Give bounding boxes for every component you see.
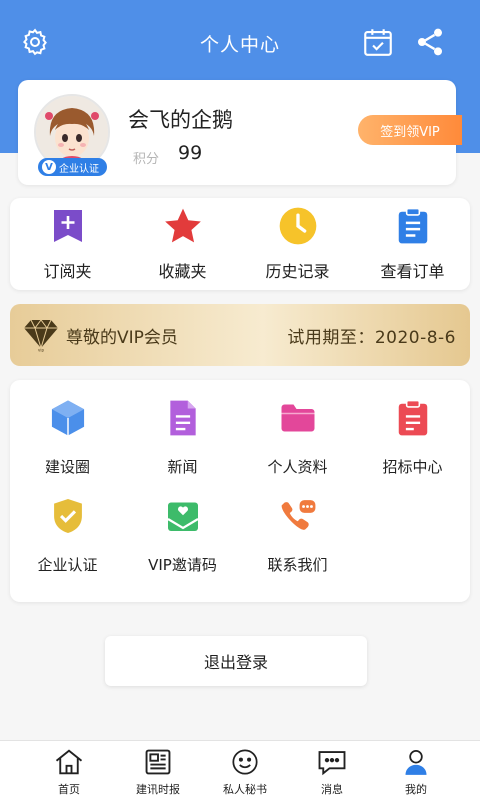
diamond-logo-text: vip bbox=[38, 348, 44, 353]
quick-action-label: 历史记录 bbox=[265, 262, 330, 281]
quick-action-orders[interactable]: 查看订单 bbox=[355, 198, 470, 290]
service-item-contact[interactable]: 联系我们 bbox=[240, 478, 355, 578]
points-label: 积分 bbox=[133, 152, 160, 167]
mail-heart-icon bbox=[166, 502, 199, 531]
shield-check-icon bbox=[53, 499, 82, 533]
signin-vip-button[interactable]: 签到领VIP bbox=[358, 115, 462, 145]
star-icon bbox=[164, 208, 201, 243]
logout-button[interactable]: 退出登录 bbox=[105, 636, 367, 686]
tab-label: 建讯时报 bbox=[136, 783, 180, 796]
clock-icon bbox=[279, 207, 316, 245]
badge-label: 企业认证 bbox=[59, 163, 99, 175]
quick-action-favorites[interactable]: 收藏夹 bbox=[125, 198, 240, 290]
newspaper-icon bbox=[145, 749, 171, 775]
quick-actions-card: 订阅夹 收藏夹 历史记录 查看订单 bbox=[10, 198, 470, 290]
quick-action-label: 订阅夹 bbox=[43, 262, 92, 281]
service-label: 新闻 bbox=[167, 458, 198, 476]
tab-label: 首页 bbox=[58, 783, 80, 796]
enterprise-verified-badge: V 企业认证 bbox=[38, 158, 107, 176]
service-item-bidding[interactable]: 招标中心 bbox=[355, 380, 470, 480]
quick-action-label: 查看订单 bbox=[380, 262, 445, 281]
tab-home[interactable]: 首页 bbox=[21, 741, 117, 800]
clipboard-list-icon bbox=[398, 399, 427, 436]
tab-secretary[interactable]: 私人秘书 bbox=[197, 741, 293, 800]
services-grid: 建设圈 新闻 个人资料 招标中心 企业认证 VIP邀请码 联系我们 bbox=[10, 380, 470, 602]
quick-action-subscribe[interactable]: 订阅夹 bbox=[10, 198, 125, 290]
smiley-icon bbox=[232, 749, 258, 775]
folder-icon bbox=[281, 404, 314, 432]
quick-action-history[interactable]: 历史记录 bbox=[240, 198, 355, 290]
tab-messages[interactable]: 消息 bbox=[284, 741, 380, 800]
person-icon bbox=[405, 750, 427, 775]
phone-chat-icon bbox=[281, 500, 315, 530]
document-icon bbox=[169, 400, 196, 436]
service-item-circle[interactable]: 建设圈 bbox=[10, 380, 125, 480]
message-icon bbox=[318, 751, 346, 776]
vip-expiry: 试用期至：2020-8-6 bbox=[287, 328, 456, 348]
vip-label: 尊敬的VIP会员 bbox=[66, 328, 178, 348]
avatar-wrapper[interactable]: V 企业认证 bbox=[34, 94, 110, 176]
service-label: 个人资料 bbox=[267, 458, 328, 476]
tab-label: 消息 bbox=[321, 783, 343, 796]
share-button[interactable] bbox=[410, 22, 450, 62]
diamond-icon: vip bbox=[24, 319, 58, 353]
bottom-tab-bar: 首页 建讯时报 私人秘书 消息 我的 bbox=[0, 740, 480, 800]
share-icon bbox=[418, 28, 442, 56]
service-label: 招标中心 bbox=[382, 458, 443, 476]
vip-banner[interactable]: vip 尊敬的VIP会员 试用期至：2020-8-6 bbox=[10, 304, 470, 366]
page-title: 个人中心 bbox=[199, 34, 280, 56]
service-item-news[interactable]: 新闻 bbox=[125, 380, 240, 480]
calendar-checkin-button[interactable] bbox=[358, 22, 398, 62]
service-label: 企业认证 bbox=[37, 556, 98, 574]
subscribe-icon bbox=[53, 210, 82, 242]
service-label: VIP邀请码 bbox=[148, 556, 217, 574]
clipboard-icon bbox=[398, 207, 427, 244]
verified-v-icon: V bbox=[42, 160, 56, 174]
username: 会飞的企鹅 bbox=[128, 108, 233, 132]
service-item-verification[interactable]: 企业认证 bbox=[10, 478, 125, 578]
home-icon bbox=[55, 749, 83, 775]
profile-card: V 企业认证 会飞的企鹅 积分 99 签到领VIP bbox=[18, 80, 462, 185]
points-value: 99 bbox=[178, 142, 203, 164]
service-label: 建设圈 bbox=[44, 458, 90, 476]
top-bar: 个人中心 bbox=[0, 0, 480, 88]
cube-icon bbox=[51, 400, 84, 436]
service-item-vip-invite[interactable]: VIP邀请码 bbox=[125, 478, 240, 578]
service-label: 联系我们 bbox=[267, 556, 328, 574]
service-item-profile[interactable]: 个人资料 bbox=[240, 380, 355, 480]
tab-mine[interactable]: 我的 bbox=[368, 741, 464, 800]
tab-label: 我的 bbox=[405, 783, 427, 796]
calendar-check-icon bbox=[364, 29, 392, 56]
tab-news-times[interactable]: 建讯时报 bbox=[110, 741, 206, 800]
quick-action-label: 收藏夹 bbox=[158, 262, 207, 281]
tab-label: 私人秘书 bbox=[223, 783, 267, 796]
